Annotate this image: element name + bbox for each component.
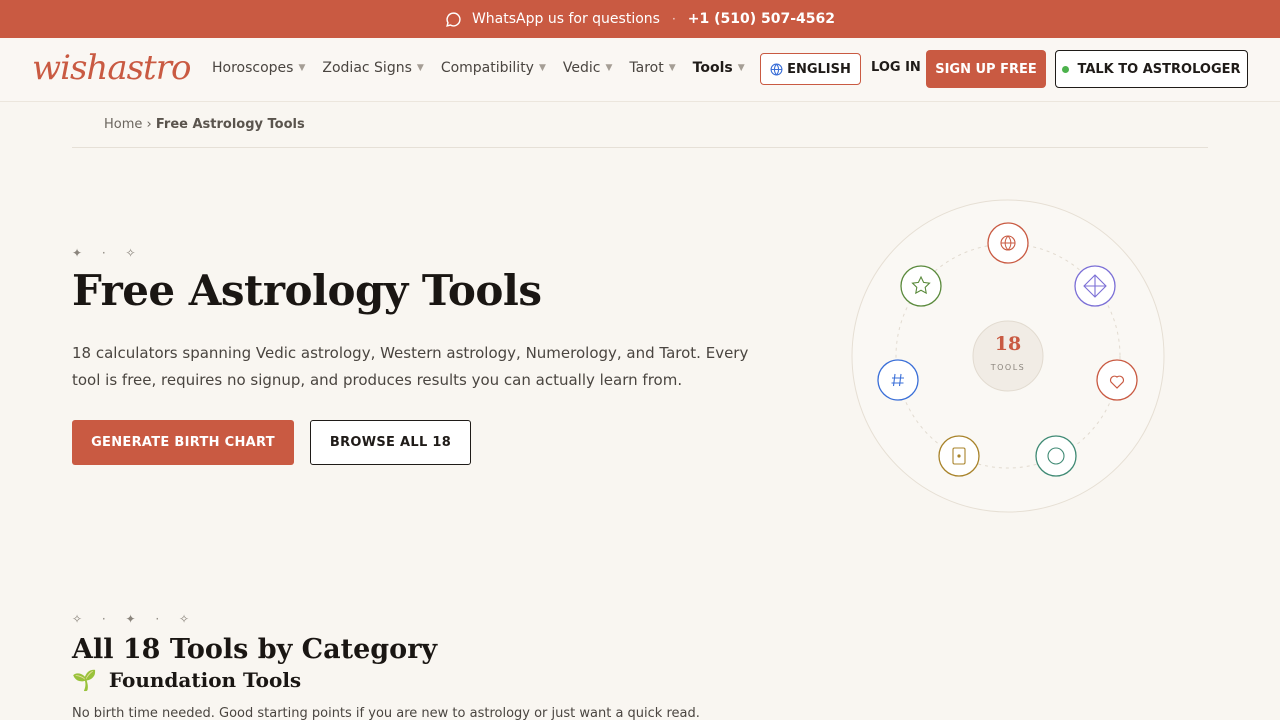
star-icon[interactable] xyxy=(900,265,942,307)
browse-all-button[interactable]: BROWSE ALL 18 xyxy=(310,420,471,465)
chevron-down-icon: ▼ xyxy=(298,63,306,73)
phone-link[interactable]: +1 (510) 507-4562 xyxy=(688,11,835,27)
tools-count: 18 xyxy=(995,333,1021,355)
login-link[interactable]: LOG IN xyxy=(871,60,921,75)
chat-bubble-icon xyxy=(446,11,461,27)
talk-to-astrologer-button[interactable]: TALK TO ASTROLOGER xyxy=(1055,50,1248,88)
seedling-icon: 🌱 xyxy=(72,668,97,692)
breadcrumb-current: Free Astrology Tools xyxy=(155,117,305,132)
hero-description: 18 calculators spanning Vedic astrology,… xyxy=(72,344,749,389)
chevron-down-icon: ▼ xyxy=(737,63,745,73)
category-description: No birth time needed. Good starting poin… xyxy=(72,706,700,720)
nav-item-label: Zodiac Signs xyxy=(322,60,412,76)
signup-button[interactable]: SIGN UP FREE xyxy=(926,50,1046,88)
chevron-down-icon: ▼ xyxy=(538,63,546,73)
language-label: ENGLISH xyxy=(787,61,851,77)
chevron-down-icon: ▼ xyxy=(605,63,613,73)
announcement-bar: WhatsApp us for questions · +1 (510) 507… xyxy=(0,0,1280,38)
logo[interactable]: wishastro xyxy=(32,48,191,88)
chevron-down-icon: ▼ xyxy=(668,63,676,73)
breadcrumb-home[interactable]: Home xyxy=(104,117,142,132)
breadcrumb: Home › Free Astrology Tools xyxy=(104,117,305,132)
chevron-down-icon: ▼ xyxy=(416,63,424,73)
nav-item-label: Tarot xyxy=(629,60,664,76)
talk-label: TALK TO ASTROLOGER xyxy=(1077,61,1241,77)
nav-item-label: Tools xyxy=(692,60,733,76)
page-title: Free Astrology Tools xyxy=(72,266,542,315)
nav-item-vedic[interactable]: Vedic ▼ xyxy=(563,60,613,76)
divider xyxy=(72,147,1208,148)
separator-dot: · xyxy=(671,12,676,26)
diamond-icon[interactable] xyxy=(1074,265,1116,307)
category-heading-foundation: 🌱 Foundation Tools xyxy=(72,668,301,692)
sparkle-decoration: ✧ · ✦ · ✧ xyxy=(72,612,198,626)
tarot-card-icon[interactable] xyxy=(938,435,980,477)
heart-icon[interactable] xyxy=(1096,359,1138,401)
globe-icon xyxy=(770,63,783,75)
nav-item-label: Vedic xyxy=(562,60,601,76)
nav-item-compatibility[interactable]: Compatibility ▼ xyxy=(441,60,546,76)
circle-icon[interactable] xyxy=(1035,435,1077,477)
nav-item-label: Compatibility xyxy=(440,60,534,76)
nav-item-tools[interactable]: Tools ▼ xyxy=(693,60,745,76)
whatsapp-text: WhatsApp us for questions xyxy=(471,11,660,27)
section-title: All 18 Tools by Category xyxy=(72,634,438,665)
tools-wheel-illustration: 18 TOOLS xyxy=(851,199,1165,513)
nav-menu: Horoscopes ▼ Zodiac Signs ▼ Compatibilit… xyxy=(212,60,762,76)
whatsapp-link[interactable]: WhatsApp us for questions xyxy=(445,11,660,28)
tools-caption: TOOLS xyxy=(990,363,1026,372)
category-title: Foundation Tools xyxy=(108,668,302,692)
nav-item-zodiac-signs[interactable]: Zodiac Signs ▼ xyxy=(322,60,423,76)
breadcrumb-separator: › xyxy=(146,117,152,132)
nav-item-tarot[interactable]: Tarot ▼ xyxy=(629,60,675,76)
main-nav: wishastro Horoscopes ▼ Zodiac Signs ▼ Co… xyxy=(0,38,1280,102)
hash-icon[interactable] xyxy=(877,359,919,401)
nav-item-label: Horoscopes xyxy=(212,60,294,76)
language-button[interactable]: ENGLISH xyxy=(760,53,861,85)
generate-birth-chart-button[interactable]: GENERATE BIRTH CHART xyxy=(72,420,294,465)
sparkle-decoration: ✦ · ✧ xyxy=(72,246,144,260)
online-status-dot xyxy=(1062,65,1070,73)
nav-item-horoscopes[interactable]: Horoscopes ▼ xyxy=(212,60,305,76)
globe-icon[interactable] xyxy=(987,222,1029,264)
